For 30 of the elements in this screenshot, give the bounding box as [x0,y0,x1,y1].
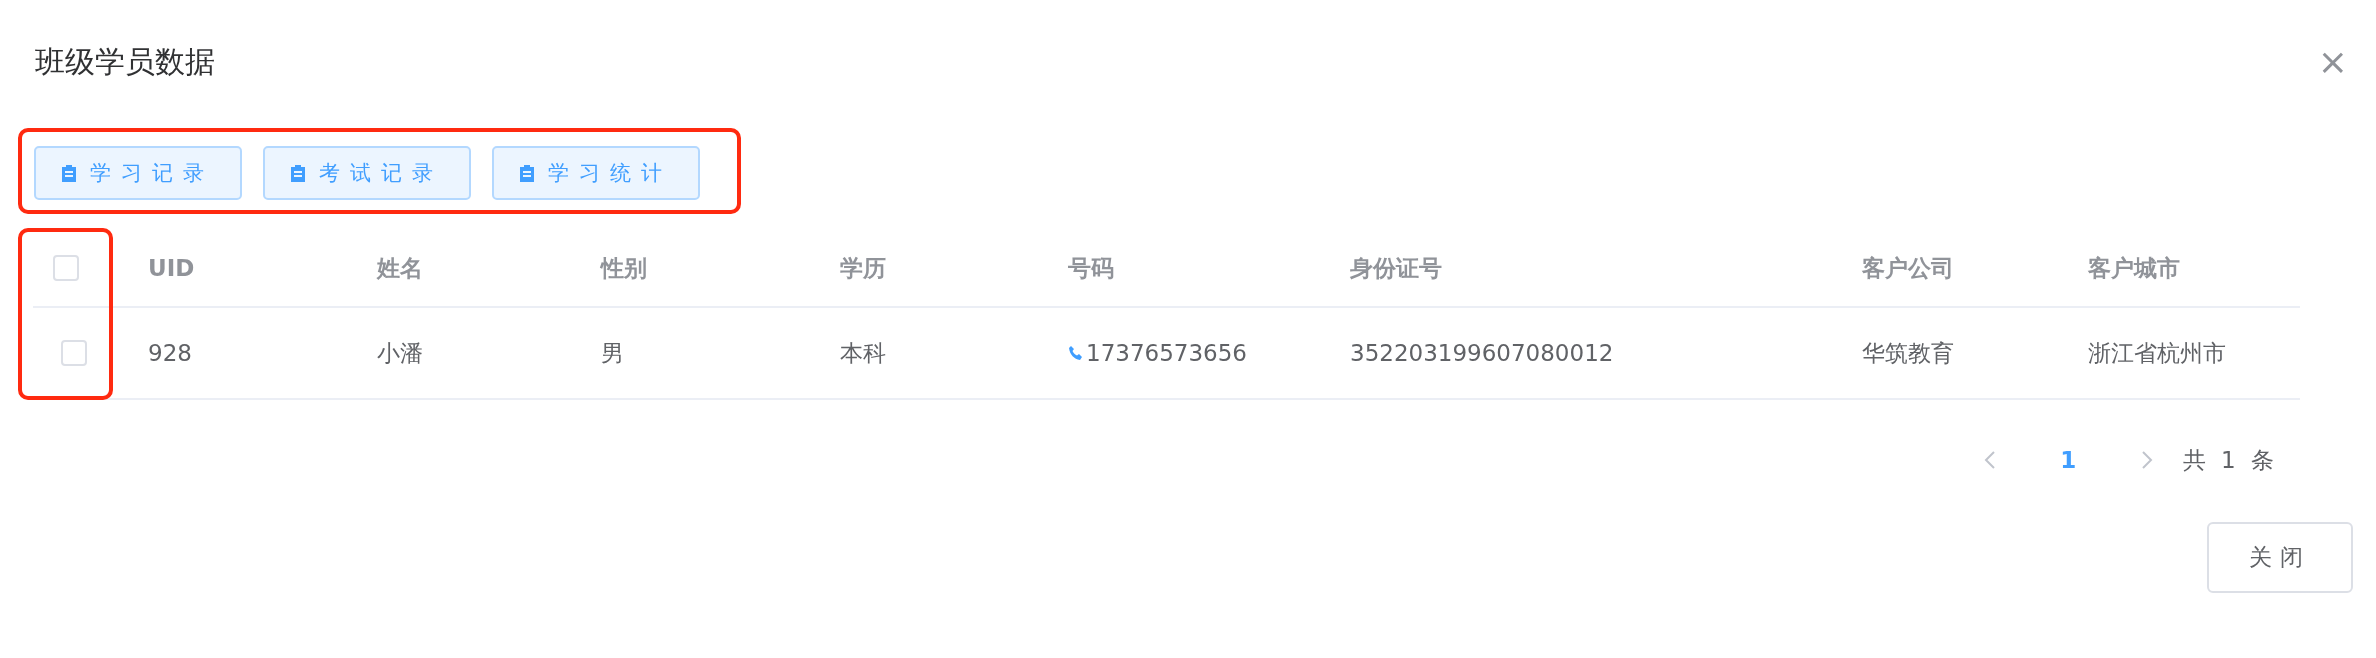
column-header: 号码 [1068,253,1114,283]
total-count: 共 1 条 [2182,445,2278,475]
dialog-title: 班级学员数据 [35,42,215,81]
clipboard-icon [291,164,305,182]
clipboard-icon [62,164,76,182]
table-cell: 352203199607080012 [1350,340,1614,366]
column-header: 学历 [840,253,886,283]
table-cell-text: 男 [601,338,624,368]
phone-icon [1068,345,1084,361]
clipboard-icon [520,164,534,182]
column-header: 客户公司 [1862,253,1954,283]
column-header: 性别 [601,253,647,283]
select-all-checkbox[interactable] [53,255,79,281]
column-header: 客户城市 [2088,253,2180,283]
page-number[interactable]: 1 [2009,447,2127,473]
row-checkbox[interactable] [61,340,87,366]
close-button[interactable]: 关闭 [2207,522,2353,593]
table-cell-text: 浙江省杭州市 [2088,338,2226,368]
close-icon[interactable]: × [2317,44,2348,80]
column-header: 身份证号 [1350,253,1442,283]
table-cell-text: 华筑教育 [1862,338,1954,368]
toolbar-button[interactable]: 学习统计 [492,146,700,200]
column-header: 姓名 [377,253,423,283]
column-header: UID [148,255,195,281]
toolbar-button[interactable]: 考试记录 [263,146,471,200]
table-cell-text: 本科 [840,338,886,368]
table-cell: 17376573656 [1086,340,1247,366]
table-cell: 928 [148,340,192,366]
table-cell-text: 小潘 [377,338,423,368]
toolbar-button[interactable]: 学习记录 [34,146,242,200]
